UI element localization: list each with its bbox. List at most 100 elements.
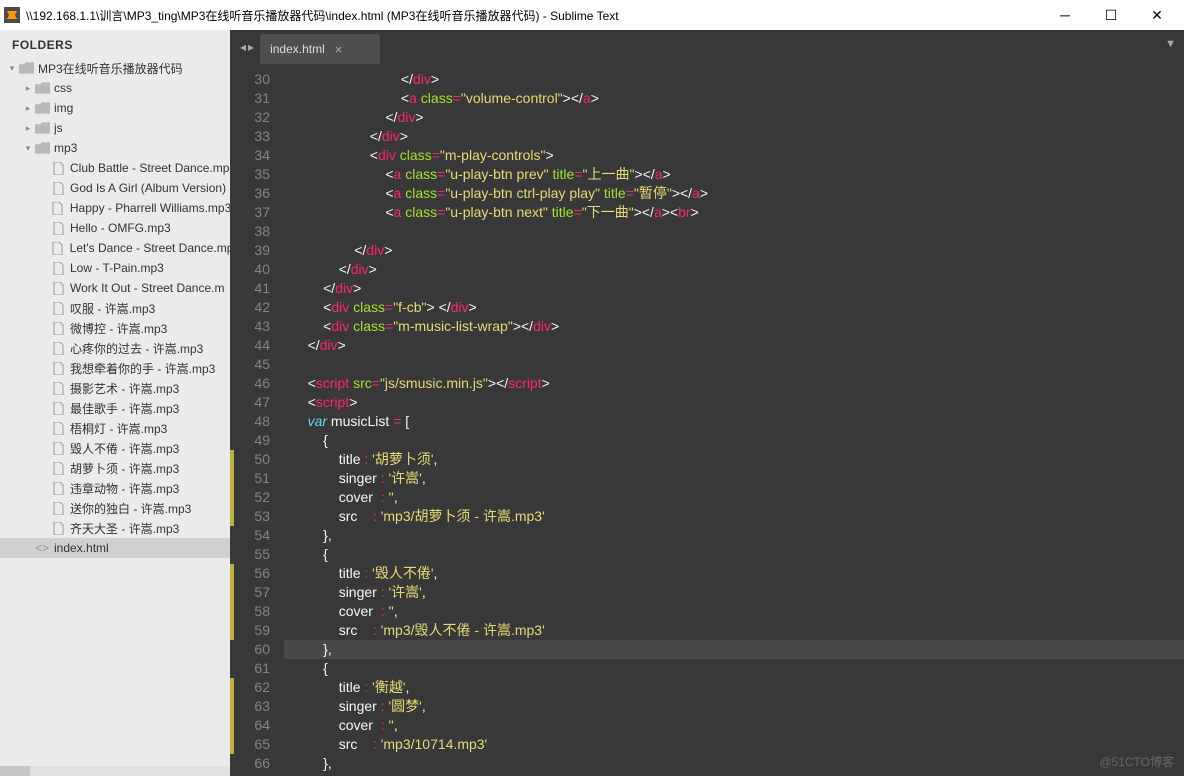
file-label: 齐天大圣 - 许嵩.mp3 <box>70 520 179 537</box>
file-item[interactable]: Let's Dance - Street Dance.mp <box>0 238 230 258</box>
file-item[interactable]: 齐天大圣 - 许嵩.mp3 <box>0 518 230 538</box>
file-label: 最佳歌手 - 许嵩.mp3 <box>70 400 179 417</box>
nav-fwd-icon[interactable]: ▸ <box>248 40 254 54</box>
file-icon <box>50 281 66 295</box>
file-icon <box>50 521 66 535</box>
file-label: 叹服 - 许嵩.mp3 <box>70 300 155 317</box>
nav-arrows[interactable]: ◂▸ <box>234 30 260 64</box>
file-label: Club Battle - Street Dance.mp <box>70 161 229 175</box>
app-icon <box>4 7 20 23</box>
chevron-right-icon: ▸ <box>22 83 34 94</box>
chevron-down-icon: ▾ <box>6 63 18 74</box>
title-bar: \\192.168.1.1\训言\MP3_ting\MP3在线听音乐播放器代码\… <box>0 0 1184 30</box>
folder-root[interactable]: ▾ MP3在线听音乐播放器代码 <box>0 58 230 78</box>
file-item[interactable]: 心疼你的过去 - 许嵩.mp3 <box>0 338 230 358</box>
file-label: 违章动物 - 许嵩.mp3 <box>70 480 179 497</box>
line-gutter: 3031323334353637383940414243444546474849… <box>230 64 284 776</box>
file-icon <box>50 241 66 255</box>
folder-tree: ▾ MP3在线听音乐播放器代码 ▸ css ▸ img ▸ js ▾ <box>0 58 230 766</box>
file-icon <box>50 361 66 375</box>
file-icon <box>50 321 66 335</box>
file-item[interactable]: 微博控 - 许嵩.mp3 <box>0 318 230 338</box>
folder-css[interactable]: ▸ css <box>0 78 230 98</box>
folder-label: img <box>54 101 73 115</box>
file-item[interactable]: Happy - Pharrell Williams.mp3 <box>0 198 230 218</box>
file-label: 胡萝卜须 - 许嵩.mp3 <box>70 460 179 477</box>
file-icon <box>50 161 66 175</box>
tab-label: index.html <box>270 42 325 56</box>
scrollbar-thumb[interactable] <box>0 766 30 776</box>
tab-bar: ◂▸ index.html × ▼ <box>230 30 1184 64</box>
nav-back-icon[interactable]: ◂ <box>240 40 246 54</box>
file-item[interactable]: Hello - OMFG.mp3 <box>0 218 230 238</box>
code-content[interactable]: </div> <a class="volume-control"></a> </… <box>284 64 1184 776</box>
file-item[interactable]: 违章动物 - 许嵩.mp3 <box>0 478 230 498</box>
file-icon <box>50 441 66 455</box>
code-area[interactable]: 3031323334353637383940414243444546474849… <box>230 64 1184 776</box>
file-icon <box>50 481 66 495</box>
file-icon <box>50 421 66 435</box>
file-icon <box>50 221 66 235</box>
folder-label: mp3 <box>54 141 77 155</box>
chevron-right-icon: ▸ <box>22 103 34 114</box>
file-label: 微博控 - 许嵩.mp3 <box>70 320 167 337</box>
file-icon <box>50 181 66 195</box>
html-file-icon: <> <box>34 541 50 555</box>
close-button[interactable]: ✕ <box>1134 0 1180 30</box>
file-icon <box>50 201 66 215</box>
folder-icon <box>18 61 34 75</box>
folder-img[interactable]: ▸ img <box>0 98 230 118</box>
file-index-html[interactable]: <> index.html <box>0 538 230 558</box>
chevron-right-icon: ▸ <box>22 123 34 134</box>
file-label: Low - T-Pain.mp3 <box>70 261 164 275</box>
file-icon <box>50 261 66 275</box>
file-icon <box>50 301 66 315</box>
chevron-down-icon: ▾ <box>22 143 34 154</box>
folder-icon <box>34 101 50 115</box>
file-label: 梧桐灯 - 许嵩.mp3 <box>70 420 167 437</box>
file-label: 毁人不倦 - 许嵩.mp3 <box>70 440 179 457</box>
file-icon <box>50 401 66 415</box>
folder-mp3[interactable]: ▾ mp3 <box>0 138 230 158</box>
folder-icon <box>34 81 50 95</box>
file-label: index.html <box>54 541 109 555</box>
file-item[interactable]: God Is A Girl (Album Version) <box>0 178 230 198</box>
sidebar-header: FOLDERS <box>0 30 230 58</box>
folder-js[interactable]: ▸ js <box>0 118 230 138</box>
sidebar-scrollbar[interactable] <box>0 766 230 776</box>
file-item[interactable]: Work It Out - Street Dance.m <box>0 278 230 298</box>
file-label: God Is A Girl (Album Version) <box>70 181 226 195</box>
file-item[interactable]: Club Battle - Street Dance.mp <box>0 158 230 178</box>
tab-overflow-icon[interactable]: ▼ <box>1165 38 1176 50</box>
file-icon <box>50 341 66 355</box>
file-label: 我想牵着你的手 - 许嵩.mp3 <box>70 360 215 377</box>
file-item[interactable]: 最佳歌手 - 许嵩.mp3 <box>0 398 230 418</box>
editor: ◂▸ index.html × ▼ 3031323334353637383940… <box>230 30 1184 776</box>
file-item[interactable]: 摄影艺术 - 许嵩.mp3 <box>0 378 230 398</box>
file-item[interactable]: 叹服 - 许嵩.mp3 <box>0 298 230 318</box>
file-label: 摄影艺术 - 许嵩.mp3 <box>70 380 179 397</box>
tab-index-html[interactable]: index.html × <box>260 34 380 64</box>
file-label: 送你的独白 - 许嵩.mp3 <box>70 500 191 517</box>
file-icon <box>50 381 66 395</box>
folder-icon <box>34 141 50 155</box>
file-item[interactable]: 我想牵着你的手 - 许嵩.mp3 <box>0 358 230 378</box>
maximize-button[interactable]: ☐ <box>1088 0 1134 30</box>
file-item[interactable]: 毁人不倦 - 许嵩.mp3 <box>0 438 230 458</box>
watermark: @51CTO博客 <box>1099 753 1174 770</box>
file-item[interactable]: 送你的独白 - 许嵩.mp3 <box>0 498 230 518</box>
file-item[interactable]: Low - T-Pain.mp3 <box>0 258 230 278</box>
file-item[interactable]: 胡萝卜须 - 许嵩.mp3 <box>0 458 230 478</box>
file-icon <box>50 501 66 515</box>
sidebar: FOLDERS ▾ MP3在线听音乐播放器代码 ▸ css ▸ img ▸ js <box>0 30 230 776</box>
file-label: Happy - Pharrell Williams.mp3 <box>70 201 230 215</box>
file-item[interactable]: 梧桐灯 - 许嵩.mp3 <box>0 418 230 438</box>
file-label: Work It Out - Street Dance.m <box>70 281 225 295</box>
folder-label: css <box>54 81 72 95</box>
folder-icon <box>34 121 50 135</box>
tab-close-icon[interactable]: × <box>335 42 343 57</box>
minimize-button[interactable]: ─ <box>1042 0 1088 30</box>
file-label: 心疼你的过去 - 许嵩.mp3 <box>70 340 203 357</box>
folder-label: MP3在线听音乐播放器代码 <box>38 60 183 77</box>
folder-label: js <box>54 121 63 135</box>
